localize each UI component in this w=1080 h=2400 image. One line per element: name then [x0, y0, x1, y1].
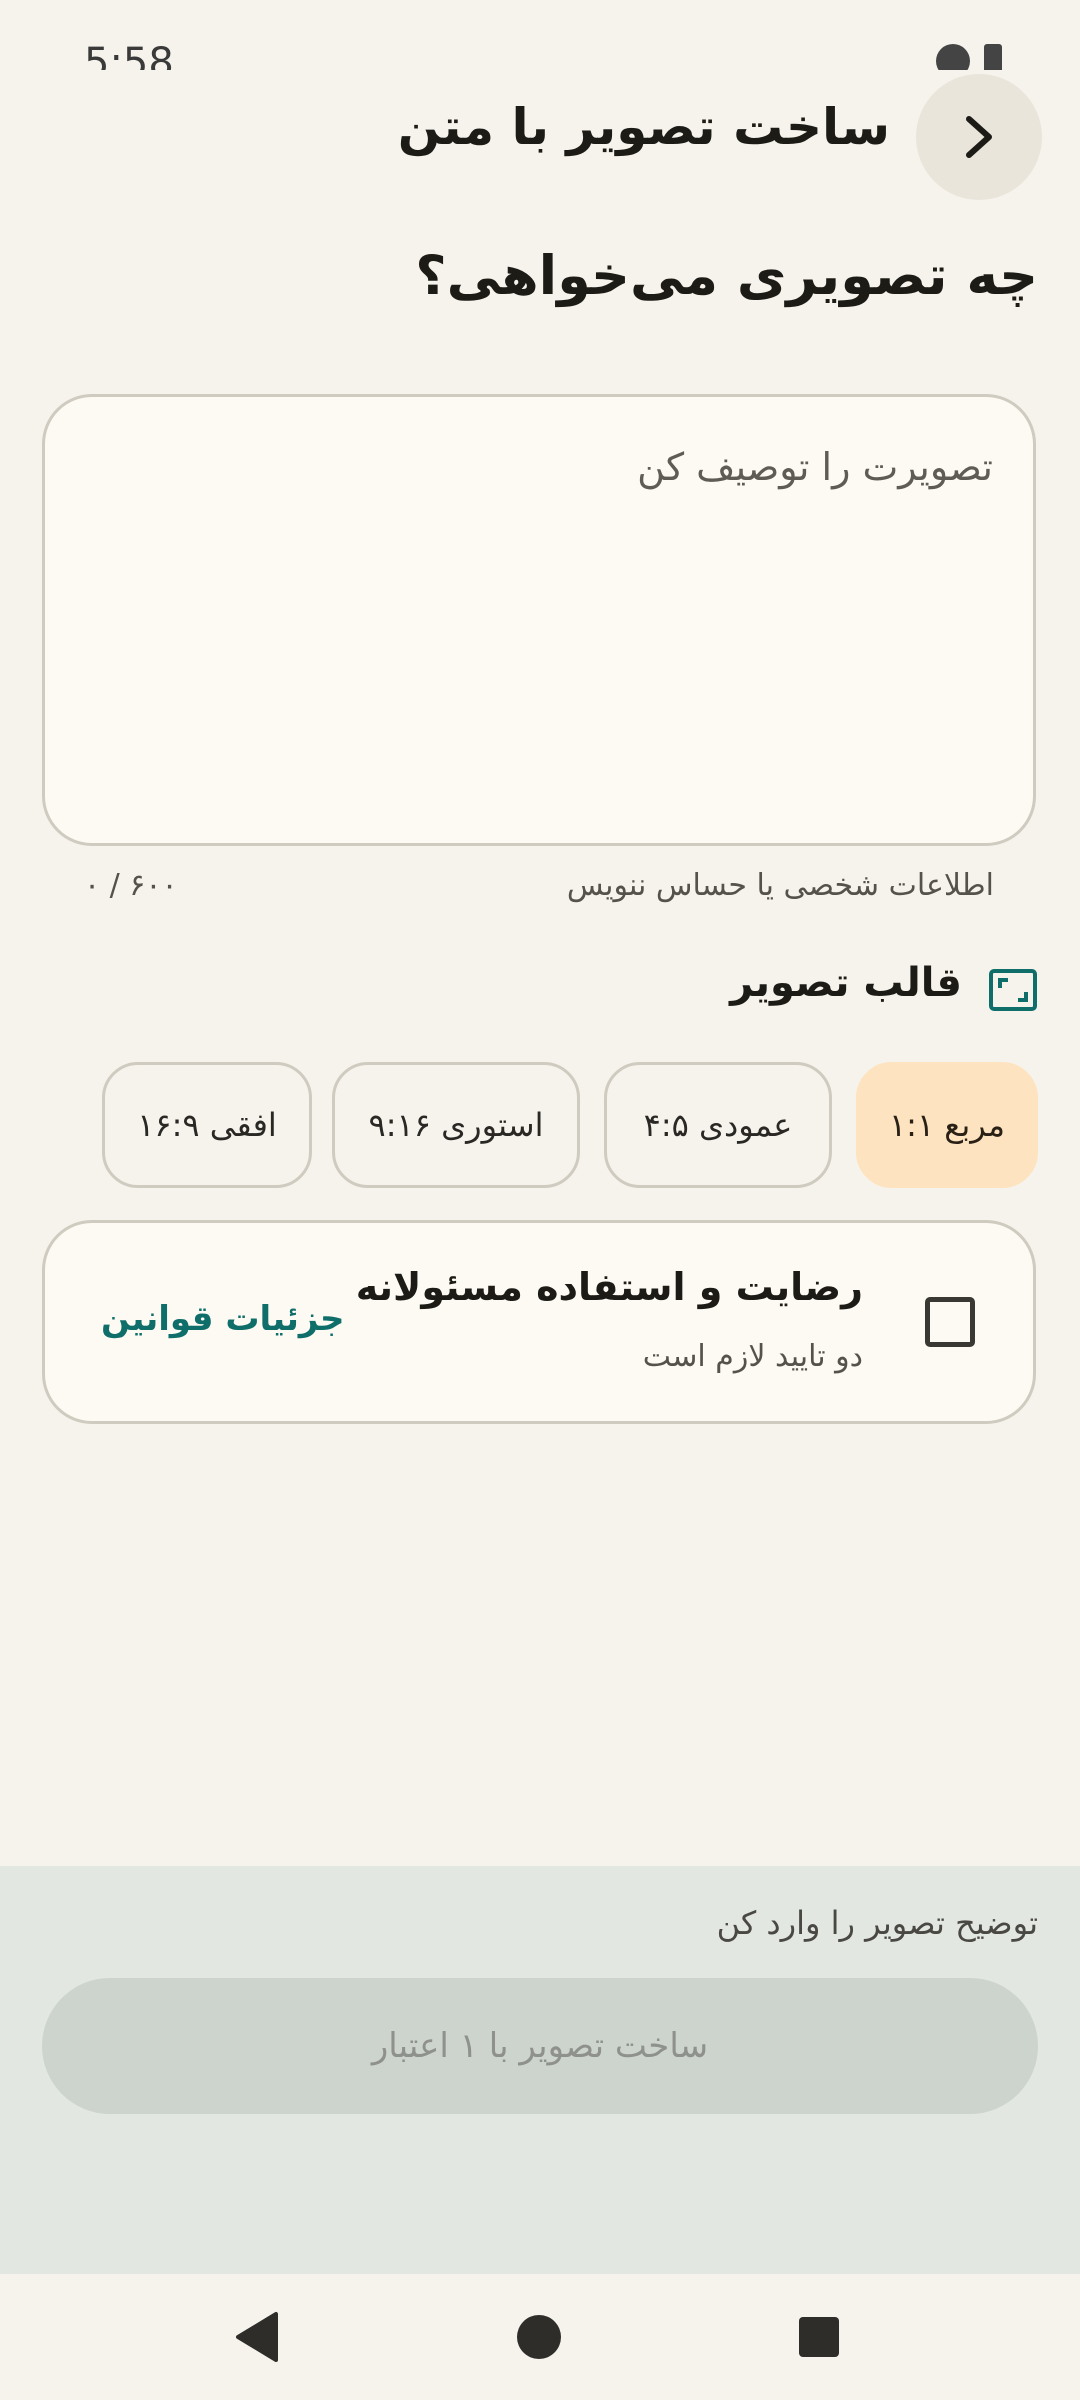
- back-button[interactable]: [916, 74, 1042, 200]
- create-image-button[interactable]: ساخت تصویر با ۱ اعتبار: [42, 1978, 1038, 2114]
- format-title: قالب تصویر: [730, 960, 962, 1006]
- chip-story[interactable]: استوری ۹:۱۶: [332, 1062, 580, 1188]
- triangle-back-icon: [236, 2312, 278, 2362]
- char-counter: ۰ / ۶۰۰: [84, 868, 178, 903]
- nav-home-button[interactable]: [506, 2304, 572, 2370]
- page-title: ساخت تصویر با متن: [397, 98, 890, 156]
- section-question: چه تصویری می‌خواهی؟: [415, 244, 1038, 307]
- status-bar: 5:58: [0, 0, 1080, 70]
- chip-landscape[interactable]: افقی ۱۶:۹: [102, 1062, 312, 1188]
- aspect-ratio-icon: [989, 969, 1037, 1011]
- chip-portrait[interactable]: عمودی ۴:۵: [604, 1062, 832, 1188]
- prompt-input[interactable]: [45, 397, 1033, 843]
- panel-hint: توضیح تصویر را وارد کن: [716, 1904, 1038, 1942]
- nav-recents-button[interactable]: [786, 2304, 852, 2370]
- consent-title: رضایت و استفاده مسئولانه: [355, 1265, 863, 1309]
- privacy-hint: اطلاعات شخصی یا حساس ننویس: [566, 868, 994, 903]
- status-time: 5:58: [84, 40, 174, 70]
- rules-details-link[interactable]: جزئیات قوانین: [101, 1299, 345, 1339]
- bottom-panel: توضیح تصویر را وارد کن ساخت تصویر با ۱ ا…: [0, 1866, 1080, 2274]
- nav-back-button[interactable]: [224, 2304, 290, 2370]
- home-circle-icon: [517, 2315, 561, 2359]
- consent-subtitle: دو تایید لازم است: [642, 1339, 863, 1374]
- navigation-bar: [0, 2274, 1080, 2400]
- consent-card: رضایت و استفاده مسئولانه دو تایید لازم ا…: [42, 1220, 1036, 1424]
- recents-square-icon: [799, 2317, 839, 2357]
- chip-square[interactable]: مربع ۱:۱: [856, 1062, 1038, 1188]
- consent-checkbox[interactable]: [925, 1297, 975, 1347]
- chevron-right-icon: [966, 116, 992, 158]
- status-icons: [936, 44, 1002, 70]
- wifi-icon: [936, 44, 970, 70]
- battery-icon: [984, 44, 1002, 70]
- prompt-box: [42, 394, 1036, 846]
